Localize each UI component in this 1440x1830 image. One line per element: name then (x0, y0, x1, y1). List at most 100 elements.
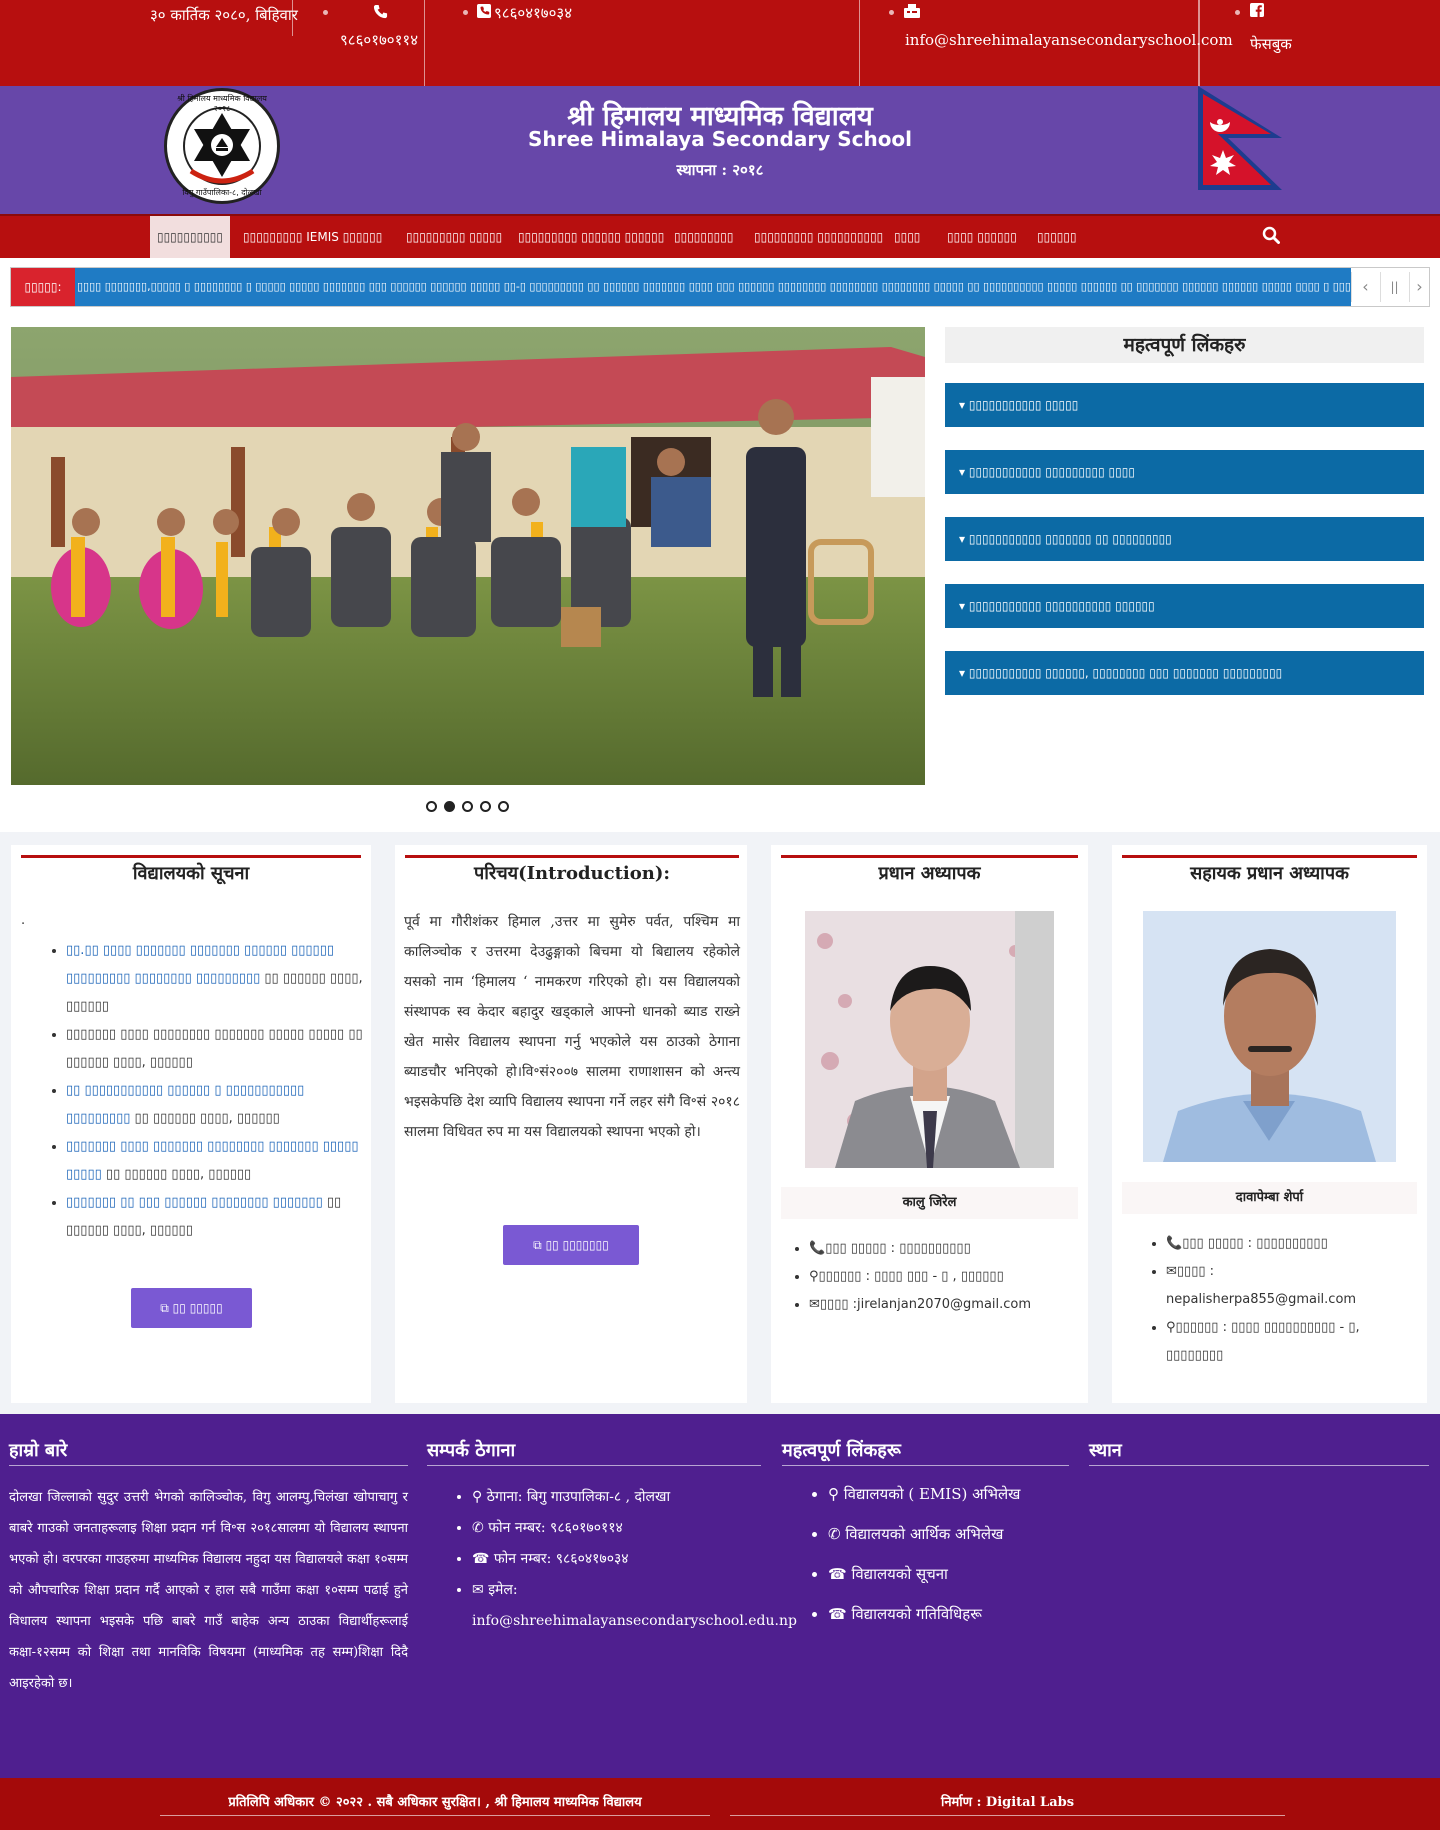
nav-iemis[interactable]: ▯▯▯▯▯▯▯▯▯ IEMIS ▯▯▯▯▯▯ (243, 216, 382, 258)
caret-down-icon: ▾ (959, 532, 969, 546)
fax-icon: ✉ (472, 1582, 489, 1598)
ticker-prev-button[interactable]: ‹ (1351, 272, 1379, 302)
notice-list: ▯▯.▯▯ ▯▯▯▯ ▯▯▯▯▯▯▯ ▯▯▯▯▯▯▯ ▯▯▯▯▯▯ ▯▯▯▯▯▯… (66, 937, 371, 1245)
notice-item[interactable]: ▯▯ ▯▯▯▯▯▯▯▯▯▯▯ ▯▯▯▯▯▯ ▯ ▯▯▯▯▯▯▯▯▯▯▯ ▯▯▯▯… (66, 1077, 371, 1133)
principal-address: ⚲▯▯▯▯▯▯ : ▯▯▯▯ ▯▯▯ - ▯ , ▯▯▯▯▯▯ (809, 1263, 1079, 1291)
notice-item[interactable]: ▯▯▯▯▯▯▯ ▯▯ ▯▯▯ ▯▯▯▯▯▯ ▯▯▯▯▯▯▯▯ ▯▯▯▯▯▯▯ ▯… (66, 1189, 371, 1245)
ticker-next-button[interactable]: › (1409, 272, 1429, 302)
vice-principal-photo (1143, 911, 1396, 1162)
slider-dot[interactable] (498, 801, 509, 812)
important-link-2[interactable]: ▾ ▯▯▯▯▯▯▯▯▯▯▯ ▯▯▯▯▯▯▯▯▯ ▯▯▯▯ (945, 450, 1424, 494)
nav-item-7[interactable]: ▯▯▯▯ (894, 216, 920, 258)
principal-phone-text: ▯▯▯ ▯▯▯▯▯ : ▯▯▯▯▯▯▯▯▯▯ (825, 1241, 971, 1256)
caret-down-icon: ▾ (959, 666, 969, 680)
phone-square-icon: ☎ (828, 1565, 852, 1583)
principal-card: प्रधान अध्यापक कालु जिरेल 📞▯▯▯ ▯▯▯▯▯ : ▯… (771, 845, 1088, 1403)
notice-more-button[interactable]: ⧉ ▯▯ ▯▯▯▯▯ (131, 1288, 252, 1328)
phone-2[interactable]: ९८६०४१७०३४ (494, 3, 572, 23)
search-icon[interactable] (1262, 226, 1280, 244)
principal-phone: 📞▯▯▯ ▯▯▯▯▯ : ▯▯▯▯▯▯▯▯▯▯ (809, 1235, 1079, 1263)
footer-location-title: स्थान (1089, 1438, 1429, 1466)
main-nav: ▯▯▯▯▯▯▯▯▯▯ ▯▯▯▯▯▯▯▯▯ IEMIS ▯▯▯▯▯▯ ▯▯▯▯▯▯… (0, 214, 1440, 258)
phone-icon: 📞 (809, 1241, 826, 1256)
ticker-text[interactable]: ▯▯▯▯ ▯▯▯▯▯▯▯,▯▯▯▯▯ ▯ ▯▯▯▯▯▯▯▯ ▯ ▯▯▯▯▯ ▯▯… (75, 268, 1351, 306)
notice-item[interactable]: ▯▯.▯▯ ▯▯▯▯ ▯▯▯▯▯▯▯ ▯▯▯▯▯▯▯ ▯▯▯▯▯▯ ▯▯▯▯▯▯… (66, 937, 371, 1021)
notice-meta: ▯▯ ▯▯▯▯▯▯ ▯▯▯▯, ▯▯▯▯▯▯ (130, 1111, 280, 1126)
nav-home[interactable]: ▯▯▯▯▯▯▯▯▯▯ (150, 216, 230, 258)
footer-link-label: विद्यालयको सूचना (851, 1565, 948, 1583)
notice-title: विद्यालयको सूचना (21, 855, 361, 891)
footer-link-finance[interactable]: ✆ विद्यालयको आर्थिक अभिलेख (828, 1514, 1068, 1554)
map-marker-icon: ⚲ (809, 1269, 819, 1284)
principal-email-text[interactable]: ▯▯▯▯ :jirelanjan2070@gmail.com (820, 1297, 1031, 1312)
important-link-4[interactable]: ▾ ▯▯▯▯▯▯▯▯▯▯▯ ▯▯▯▯▯▯▯▯▯▯ ▯▯▯▯▯▯ (945, 584, 1424, 628)
notice-item[interactable]: ▯▯▯▯▯▯▯ ▯▯▯▯ ▯▯▯▯▯▯▯ ▯▯▯▯▯▯▯▯ ▯▯▯▯▯▯▯ ▯▯… (66, 1133, 371, 1189)
footer-link-label: विद्यालयको आर्थिक अभिलेख (845, 1525, 1004, 1543)
vice-principal-title: सहायक प्रधान अध्यापक (1122, 855, 1417, 891)
vice-principal-name: दावापेम्बा शेर्पा (1122, 1182, 1417, 1214)
footer-link-notice[interactable]: ☎ विद्यालयको सूचना (828, 1554, 1068, 1594)
footer-phone-1-text: फोन नम्बर: ९८६०१७०११४ (488, 1520, 623, 1536)
footer-about-title: हाम्रो बारे (9, 1438, 408, 1466)
nav-item-4[interactable]: ▯▯▯▯▯▯▯▯▯ ▯▯▯▯▯▯ ▯▯▯▯▯▯ (518, 216, 664, 258)
phone-square-icon: ☎ (472, 1551, 494, 1567)
slider-dot[interactable] (480, 801, 491, 812)
facebook-link[interactable]: फेसबुक (1250, 34, 1292, 54)
footer-contact-list: ⚲ ठेगाना: बिगु गाउपालिका-८ , दोलखा ✆ फोन… (472, 1482, 792, 1606)
notice-dot: . (21, 913, 26, 928)
vice-principal-email-label: ▯▯▯▯ : (1176, 1264, 1215, 1279)
slider-dot-active[interactable] (444, 801, 455, 812)
slide-photo (11, 327, 925, 785)
external-link-icon: ⧉ (160, 1301, 173, 1315)
facebook-icon[interactable] (1250, 3, 1264, 17)
footer-link-emis[interactable]: ⚲ विद्यालयको ( EMIS) अभिलेख (828, 1474, 1068, 1514)
date-text: ३० कार्तिक २०८०, बिहिवार (150, 6, 298, 24)
fax-icon: ✉ (1166, 1264, 1177, 1279)
footer-email-value[interactable]: info@shreehimalayansecondaryschool.edu.n… (472, 1606, 797, 1637)
vice-principal-phone-text: ▯▯▯ ▯▯▯▯▯ : ▯▯▯▯▯▯▯▯▯▯ (1182, 1236, 1328, 1251)
notice-item[interactable]: ▯▯▯▯▯▯▯ ▯▯▯▯ ▯▯▯▯▯▯▯▯ ▯▯▯▯▯▯▯ ▯▯▯▯▯ ▯▯▯▯… (66, 1021, 371, 1077)
important-link-5[interactable]: ▾ ▯▯▯▯▯▯▯▯▯▯▯ ▯▯▯▯▯▯, ▯▯▯▯▯▯▯▯ ▯▯▯ ▯▯▯▯▯… (945, 651, 1424, 695)
vice-principal-address-text: ▯▯▯▯▯▯ : ▯▯▯▯ ▯▯▯▯▯▯▯▯▯▯ - ▯, (1175, 1320, 1360, 1335)
principal-address-text: ▯▯▯▯▯▯ : ▯▯▯▯ ▯▯▯ - ▯ , ▯▯▯▯▯▯ (818, 1269, 1004, 1284)
footer-links-title: महत्वपूर्ण लिंकहरू (782, 1438, 1069, 1466)
footer-phone-1: ✆ फोन नम्बर: ९८६०१७०११४ (472, 1513, 792, 1544)
made-by-text[interactable]: निर्माण : Digital Labs (730, 1792, 1285, 1816)
bullet (463, 10, 468, 15)
intro-more-label: ▯▯ ▯▯▯▯▯▯▯ (545, 1238, 609, 1252)
principal-name: कालु जिरेल (781, 1187, 1078, 1219)
fax-icon (904, 4, 920, 18)
principal-title: प्रधान अध्यापक (781, 855, 1078, 891)
slider-dot[interactable] (426, 801, 437, 812)
important-link-label: ▯▯▯▯▯▯▯▯▯▯▯ ▯▯▯▯▯ (968, 398, 1079, 412)
divider (424, 0, 425, 86)
bullet (889, 10, 894, 15)
phone-volume-icon: ✆ (828, 1525, 846, 1543)
important-link-3[interactable]: ▾ ▯▯▯▯▯▯▯▯▯▯▯ ▯▯▯▯▯▯▯ ▯▯ ▯▯▯▯▯▯▯▯▯ (945, 517, 1424, 561)
notice-meta: ▯▯ ▯▯▯▯▯▯ ▯▯▯▯, ▯▯▯▯▯▯ (101, 1167, 252, 1182)
footer-address-text: ठेगाना: बिगु गाउपालिका-८ , दोलखा (486, 1489, 671, 1505)
phone-square-icon (477, 4, 491, 18)
nav-item-8[interactable]: ▯▯▯▯ ▯▯▯▯▯▯ (947, 216, 1017, 258)
nav-item-9[interactable]: ▯▯▯▯▯▯ (1037, 216, 1077, 258)
phone-1[interactable]: ९८६०१७०११४ (340, 30, 418, 50)
nav-item-6[interactable]: ▯▯▯▯▯▯▯▯▯ ▯▯▯▯▯▯▯▯▯▯ (754, 216, 883, 258)
email-text[interactable]: info@shreehimalayansecondaryschool.com (905, 31, 1233, 51)
map-marker-icon: ⚲ (472, 1489, 487, 1505)
site-header: श्री हिमालय माध्यमिक विद्यालय २०१८ विगु … (0, 86, 1440, 214)
notice-link[interactable]: ▯▯▯▯▯▯▯ ▯▯ ▯▯▯ ▯▯▯▯▯▯ ▯▯▯▯▯▯▯▯ ▯▯▯▯▯▯▯ (66, 1195, 323, 1210)
ticker-pause-button[interactable]: || (1380, 272, 1408, 302)
intro-more-button[interactable]: ⧉ ▯▯ ▯▯▯▯▯▯▯ (503, 1225, 639, 1265)
footer-link-activities[interactable]: ☎ विद्यालयको गतिविधिहरू (828, 1594, 1068, 1634)
nav-item-3[interactable]: ▯▯▯▯▯▯▯▯▯ ▯▯▯▯▯ (406, 216, 502, 258)
copyright-bar: प्रतिलिपि अधिकार © २०२२ . सबै अधिकार सुर… (0, 1778, 1440, 1830)
copyright-text: प्रतिलिपि अधिकार © २०२२ . सबै अधिकार सुर… (160, 1792, 710, 1816)
vice-principal-email-text[interactable]: nepalisherpa855@gmail.com (1166, 1292, 1356, 1307)
notice-card: विद्यालयको सूचना . ▯▯.▯▯ ▯▯▯▯ ▯▯▯▯▯▯▯ ▯▯… (11, 845, 371, 1403)
intro-card: परिचय(Introduction): पूर्व मा गौरीशंकर ह… (395, 845, 747, 1403)
nav-item-5[interactable]: ▯▯▯▯▯▯▯▯▯ (674, 216, 733, 258)
slider-dot[interactable] (462, 801, 473, 812)
important-link-1[interactable]: ▾ ▯▯▯▯▯▯▯▯▯▯▯ ▯▯▯▯▯ (945, 383, 1424, 427)
vice-principal-address: ⚲▯▯▯▯▯▯ : ▯▯▯▯ ▯▯▯▯▯▯▯▯▯▯ - ▯, ▯▯▯▯▯▯▯▯ (1166, 1314, 1416, 1370)
image-slider[interactable] (11, 327, 925, 785)
